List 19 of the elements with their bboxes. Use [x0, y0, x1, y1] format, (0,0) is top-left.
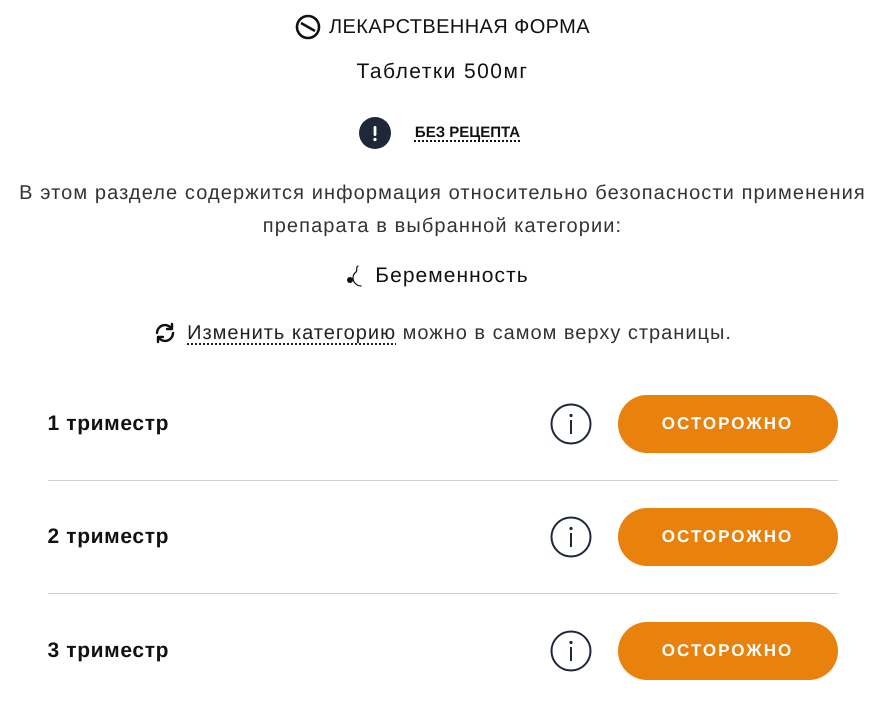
info-icon[interactable] [550, 403, 592, 445]
category-label: Беременность [375, 263, 529, 289]
status-button[interactable]: ОСТОРОЖНО [618, 395, 838, 453]
dosage-form-value: Таблетки 500мг [356, 59, 528, 85]
exclamation-icon [358, 117, 391, 149]
prohibited-icon [295, 14, 322, 40]
dosage-form-label: ЛЕКАРСТВЕННАЯ ФОРМА [329, 15, 590, 40]
pregnant-belly-icon [346, 265, 362, 287]
change-category-link[interactable]: Изменить категорию [187, 322, 396, 344]
status-button[interactable]: ОСТОРОЖНО [618, 508, 838, 566]
status-button[interactable]: ОСТОРОЖНО [618, 622, 838, 680]
info-icon[interactable] [550, 516, 592, 558]
prescription-link[interactable]: БЕЗ РЕЦЕПТА [414, 122, 520, 144]
trimester-label: 2 триместр [48, 524, 170, 550]
trimester-label: 3 триместр [48, 638, 170, 664]
info-icon[interactable] [550, 630, 592, 672]
intro-text: В этом разделе содержится информация относительно безопасности применения препарата в выбранной категории: [18, 181, 867, 239]
change-note: Изменить категорию можно в самом верху страницы. [187, 321, 732, 346]
trimester-label: 1 триместр [48, 411, 170, 438]
